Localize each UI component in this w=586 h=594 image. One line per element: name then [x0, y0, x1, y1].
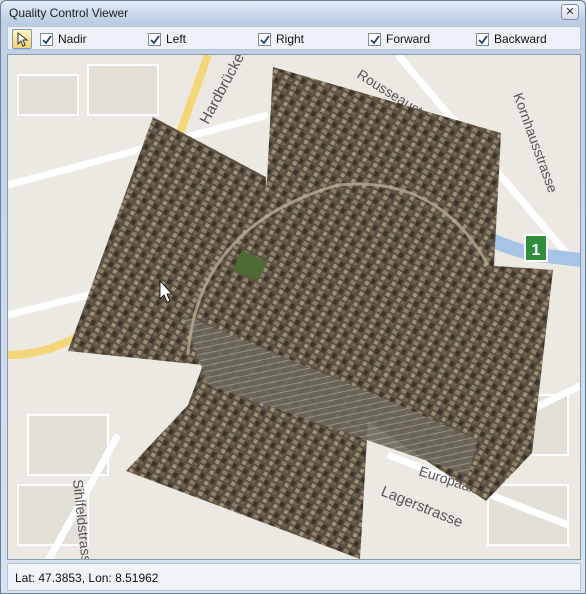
checkbox-left-box[interactable] [148, 32, 161, 46]
checkbox-backward-label: Backward [494, 32, 547, 46]
checkmark-icon [42, 34, 52, 44]
map-canvas[interactable]: Hardbrücke Rousseaustrasse Kornhausstras… [8, 55, 581, 560]
coordinates-readout: Lat: 47.3853, Lon: 8.51962 [15, 571, 159, 585]
checkbox-left[interactable]: Left [148, 31, 186, 47]
route-badge: 1 [524, 234, 548, 262]
pointer-icon [17, 31, 29, 47]
toolbar: Nadir Left Right Forward Backward [7, 26, 581, 50]
checkbox-forward-box[interactable] [368, 32, 381, 46]
route-badge-number: 1 [532, 242, 541, 259]
checkbox-right[interactable]: Right [258, 31, 304, 47]
close-icon: ✕ [565, 5, 575, 18]
checkbox-nadir[interactable]: Nadir [40, 31, 87, 47]
checkbox-right-label: Right [276, 32, 305, 46]
close-button[interactable]: ✕ [561, 4, 579, 20]
map-viewport[interactable]: Hardbrücke Rousseaustrasse Kornhausstras… [7, 54, 581, 560]
checkbox-forward[interactable]: Forward [368, 31, 430, 47]
checkbox-backward-box[interactable] [476, 32, 489, 46]
title-bar[interactable]: Quality Control Viewer ✕ [1, 1, 585, 25]
checkbox-right-box[interactable] [258, 32, 271, 46]
checkbox-forward-label: Forward [386, 32, 431, 46]
checkmark-icon [150, 34, 160, 44]
checkmark-icon [260, 34, 270, 44]
status-bar: Lat: 47.3853, Lon: 8.51962 [7, 563, 581, 591]
checkbox-nadir-box[interactable] [40, 32, 53, 46]
checkbox-backward[interactable]: Backward [476, 31, 547, 47]
checkbox-nadir-label: Nadir [58, 32, 87, 46]
checkmark-icon [478, 34, 488, 44]
checkbox-left-label: Left [166, 32, 187, 46]
checkmark-icon [370, 34, 380, 44]
app-window: Quality Control Viewer ✕ Nadir Left Righ… [0, 0, 586, 594]
select-tool-button[interactable] [12, 29, 32, 49]
window-title: Quality Control Viewer [9, 6, 129, 20]
